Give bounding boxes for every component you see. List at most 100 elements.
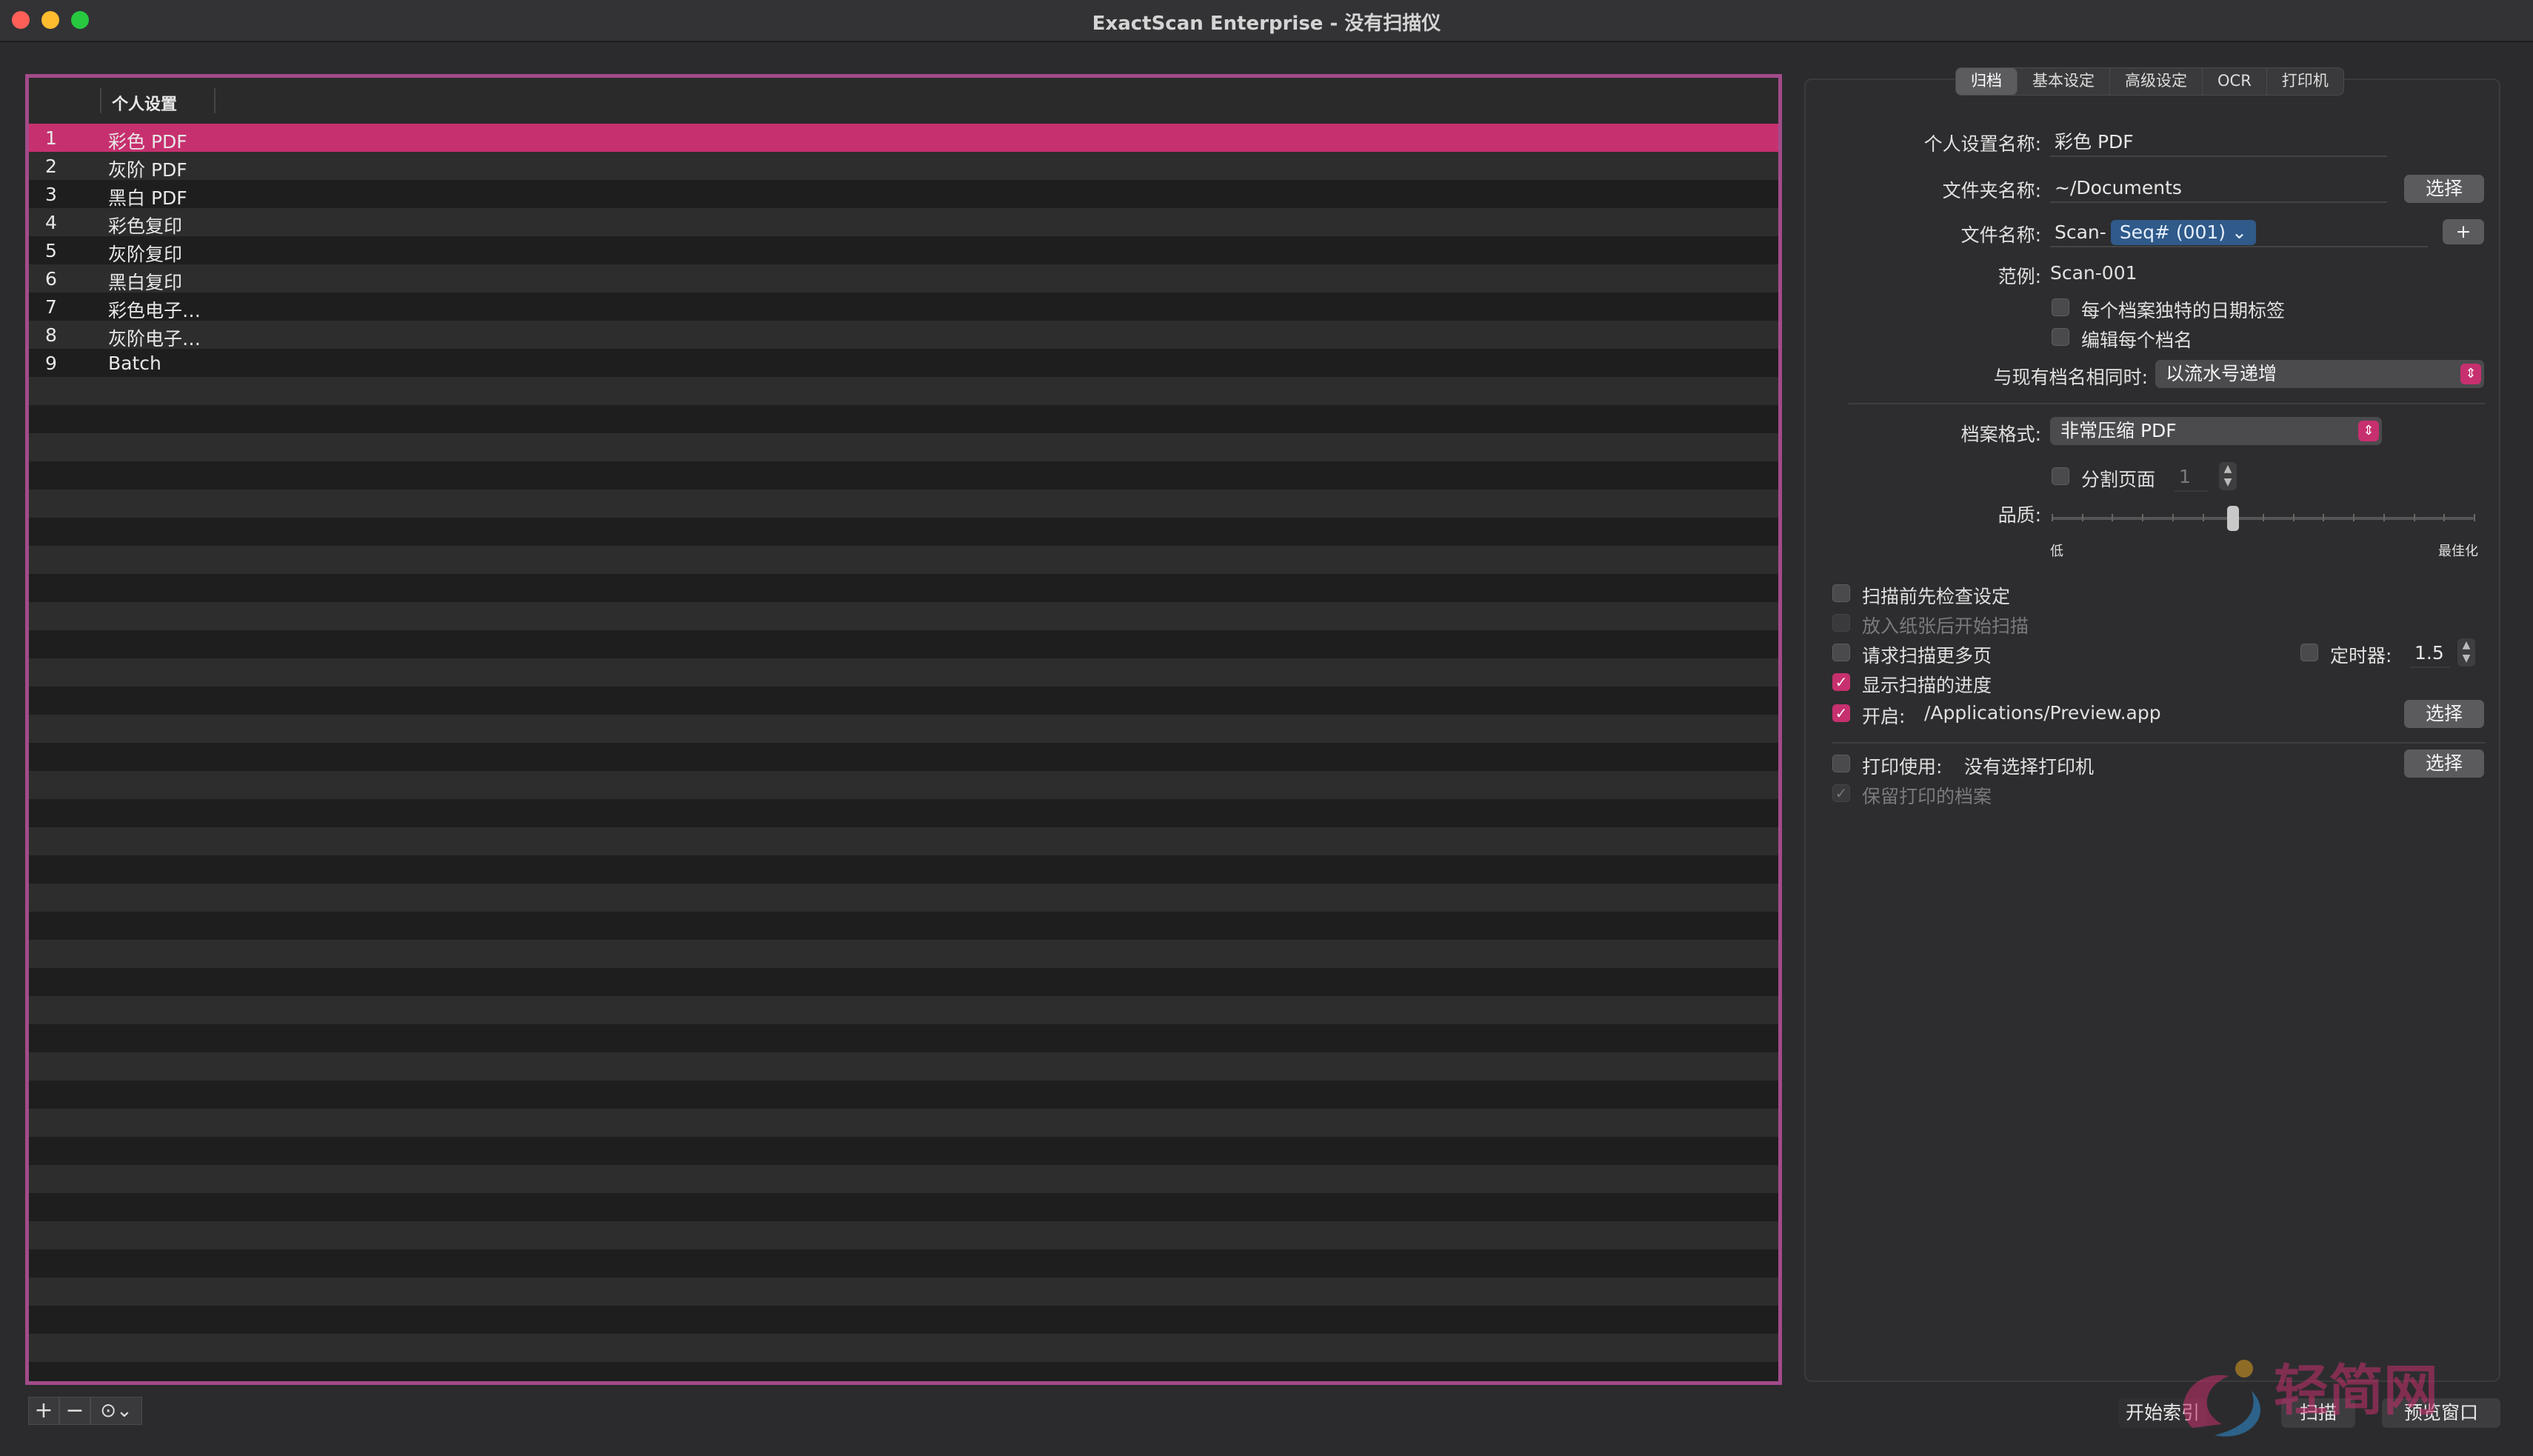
more-actions-button[interactable]: ⊙⌄ bbox=[90, 1397, 142, 1425]
ask-more-label: 请求扫描更多页 bbox=[1862, 645, 1992, 667]
profile-row-number: 2 bbox=[45, 156, 57, 177]
start-on-paper-checkbox[interactable] bbox=[1832, 614, 1850, 632]
column-header-profile[interactable]: 个人设置 bbox=[112, 91, 177, 115]
conflict-popup[interactable]: 以流水号递增 ⇕ bbox=[2155, 360, 2484, 388]
empty-row bbox=[29, 1137, 1778, 1165]
profile-row-number: 6 bbox=[45, 268, 57, 290]
timer-stepper[interactable]: ▲ ▼ bbox=[2457, 638, 2475, 667]
split-stepper[interactable]: ▲ ▼ bbox=[2219, 462, 2237, 490]
tab-ocr[interactable]: OCR bbox=[2203, 68, 2267, 95]
profile-row[interactable]: 3 黑白 PDF bbox=[29, 180, 1778, 209]
slider-tick bbox=[2112, 514, 2113, 521]
choose-printer-button[interactable]: 选择 bbox=[2404, 749, 2484, 778]
unique-date-checkbox[interactable] bbox=[2052, 298, 2069, 316]
keep-print-checkbox[interactable]: ✓ bbox=[1832, 784, 1850, 802]
divider bbox=[1832, 742, 2486, 744]
empty-row bbox=[29, 827, 1778, 855]
timer-checkbox[interactable] bbox=[2300, 644, 2318, 661]
empty-row bbox=[29, 461, 1778, 490]
slider-tick bbox=[2353, 514, 2355, 521]
empty-row bbox=[29, 1221, 1778, 1249]
conflict-label: 与现有档名相同时: bbox=[1993, 367, 2148, 388]
profile-rows: 1 彩色 PDF 2 灰阶 PDF 3 黑白 PDF 4 彩色复印 5 灰阶复印 6 黑白复印 7 彩色电… bbox=[29, 124, 1778, 1381]
split-pages-checkbox[interactable] bbox=[2052, 467, 2069, 485]
profile-row-number: 3 bbox=[45, 184, 57, 205]
empty-row bbox=[29, 1024, 1778, 1052]
filename-field[interactable]: Scan- Seq# (001) ⌄ bbox=[2050, 218, 2428, 247]
slider-tick bbox=[2082, 514, 2083, 521]
quality-label: 品质: bbox=[1998, 504, 2041, 526]
tab-basic[interactable]: 基本设定 bbox=[2018, 68, 2110, 95]
profile-row-number: 1 bbox=[45, 127, 57, 149]
format-popup[interactable]: 非常压缩 PDF ⇕ bbox=[2050, 417, 2382, 445]
empty-row bbox=[29, 1249, 1778, 1278]
slider-tick bbox=[2293, 514, 2295, 521]
example-label: 范例: bbox=[1998, 266, 2041, 287]
tab-printer[interactable]: 打印机 bbox=[2267, 68, 2343, 95]
profile-row-name: 黑白 PDF bbox=[108, 187, 187, 209]
profile-row[interactable]: 2 灰阶 PDF bbox=[29, 152, 1778, 181]
empty-row bbox=[29, 884, 1778, 912]
profile-row-name: 灰阶复印 bbox=[108, 244, 183, 265]
empty-row bbox=[29, 602, 1778, 630]
empty-row bbox=[29, 546, 1778, 574]
watermark-logo: 轻简网 bbox=[2183, 1360, 2438, 1437]
choose-app-button[interactable]: 选择 bbox=[2404, 700, 2484, 728]
show-progress-checkbox[interactable]: ✓ bbox=[1832, 673, 1850, 691]
filename-label: 文件名称: bbox=[1960, 224, 2041, 246]
quality-low-label: 低 bbox=[2050, 544, 2063, 559]
profile-name-field[interactable]: 彩色 PDF bbox=[2050, 127, 2387, 157]
format-value: 非常压缩 PDF bbox=[2060, 420, 2177, 441]
slider-tick bbox=[2443, 514, 2445, 521]
keep-print-label: 保留打印的档案 bbox=[1862, 786, 1992, 807]
profile-row[interactable]: 6 黑白复印 bbox=[29, 264, 1778, 293]
quality-slider-knob[interactable] bbox=[2227, 506, 2239, 531]
filename-token-seq[interactable]: Seq# (001) ⌄ bbox=[2110, 220, 2256, 245]
slider-tick bbox=[2474, 514, 2475, 521]
watermark-text: 轻简网 bbox=[2274, 1361, 2438, 1422]
empty-row bbox=[29, 1081, 1778, 1109]
tab-advanced[interactable]: 高级设定 bbox=[2110, 68, 2203, 95]
empty-row bbox=[29, 855, 1778, 884]
open-with-label: 开启: bbox=[1862, 706, 1906, 727]
column-separator bbox=[100, 88, 101, 113]
settings-tabs: 归档 基本设定 高级设定 OCR 打印机 bbox=[1955, 67, 2344, 96]
print-with-checkbox[interactable] bbox=[1832, 755, 1850, 772]
empty-row bbox=[29, 574, 1778, 602]
profile-row-name: Batch bbox=[108, 353, 161, 374]
profile-row[interactable]: 5 灰阶复印 bbox=[29, 236, 1778, 265]
empty-row bbox=[29, 771, 1778, 799]
tab-archive[interactable]: 归档 bbox=[1956, 68, 2018, 95]
start-on-paper-label: 放入纸张后开始扫描 bbox=[1862, 615, 2029, 637]
add-token-button[interactable]: + bbox=[2443, 219, 2484, 244]
remove-profile-button[interactable]: − bbox=[59, 1397, 90, 1425]
folder-label: 文件夹名称: bbox=[1942, 180, 2041, 201]
profile-row-number: 8 bbox=[45, 324, 57, 346]
add-profile-button[interactable]: + bbox=[28, 1397, 59, 1425]
empty-row bbox=[29, 1193, 1778, 1221]
empty-row bbox=[29, 743, 1778, 771]
check-before-scan-checkbox[interactable] bbox=[1832, 584, 1850, 602]
slider-tick bbox=[2203, 514, 2204, 521]
open-with-checkbox[interactable]: ✓ bbox=[1832, 704, 1850, 722]
ask-more-checkbox[interactable] bbox=[1832, 644, 1850, 661]
profile-row[interactable]: 9 Batch bbox=[29, 349, 1778, 377]
folder-field[interactable]: ~/Documents bbox=[2050, 173, 2387, 203]
filename-prefix: Scan- bbox=[2055, 221, 2106, 243]
format-label: 档案格式: bbox=[1960, 424, 2041, 445]
print-with-value: 没有选择打印机 bbox=[1964, 756, 2095, 778]
split-pages-label: 分割页面 bbox=[2081, 469, 2156, 490]
print-with-label: 打印使用: bbox=[1862, 756, 1943, 778]
edit-each-checkbox[interactable] bbox=[2052, 328, 2069, 346]
choose-folder-button[interactable]: 选择 bbox=[2404, 175, 2484, 203]
empty-row bbox=[29, 1278, 1778, 1306]
split-pages-field[interactable]: 1 bbox=[2175, 462, 2209, 492]
timer-field[interactable]: 1.5 bbox=[2410, 638, 2450, 668]
profile-row[interactable]: 4 彩色复印 bbox=[29, 208, 1778, 237]
popup-arrows-icon: ⇕ bbox=[2460, 364, 2481, 384]
edit-each-label: 编辑每个档名 bbox=[2081, 330, 2193, 351]
profile-row[interactable]: 1 彩色 PDF bbox=[29, 124, 1778, 153]
profile-list[interactable]: 个人设置 1 彩色 PDF 2 灰阶 PDF 3 黑白 PDF 4 彩色复印 5 灰阶复印 6 黑白复… bbox=[25, 74, 1782, 1385]
profile-row[interactable]: 7 彩色电子… bbox=[29, 293, 1778, 321]
profile-row[interactable]: 8 灰阶电子… bbox=[29, 321, 1778, 350]
